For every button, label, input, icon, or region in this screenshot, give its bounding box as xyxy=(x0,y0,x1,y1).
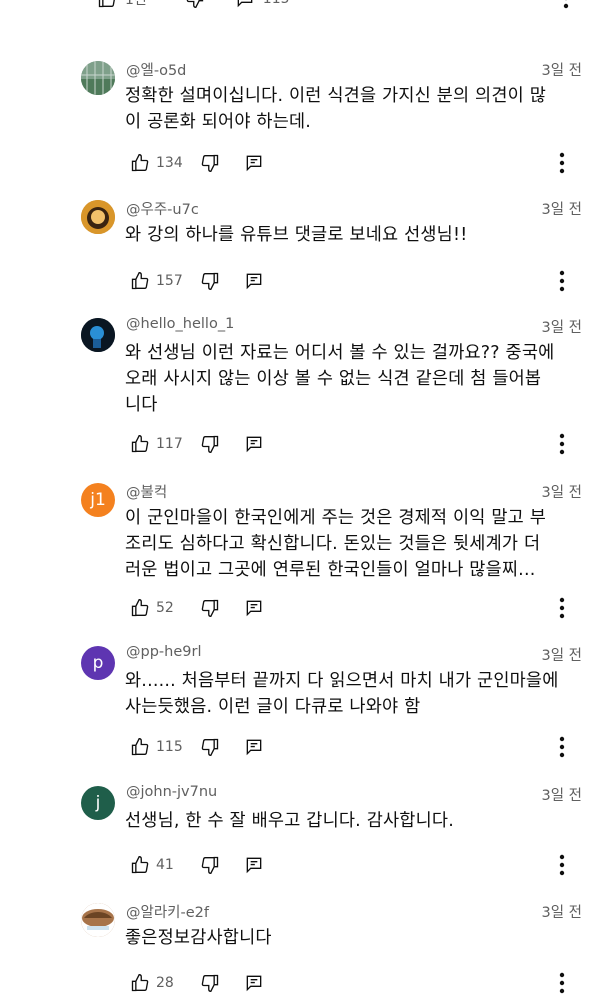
more-button[interactable] xyxy=(556,0,576,14)
more-vert-icon[interactable] xyxy=(552,432,572,456)
comment-author[interactable]: @우주-u7c xyxy=(126,198,199,219)
comment-author[interactable]: @알라키-e2f xyxy=(126,901,209,922)
reply-icon[interactable] xyxy=(242,432,266,456)
comment-text: 와...... 처음부터 끝까지 다 읽으면서 마치 내가 군인마을에사는듯했음… xyxy=(125,668,595,720)
comment-actions: 134 xyxy=(128,151,266,175)
reply-count: 115 xyxy=(263,0,290,7)
like-count: 28 xyxy=(156,975,174,991)
comment-text-line: 정확한 설며이십니다. 이런 식견을 가지신 분의 의견이 많 xyxy=(125,86,547,106)
avatar[interactable]: p xyxy=(81,646,115,680)
comment-actions: 157 xyxy=(128,269,266,293)
comment-text-line: 선생님, 한 수 잘 배우고 갑니다. 감사합니다. xyxy=(125,811,454,831)
comment-author[interactable]: @hello_hello_1 xyxy=(126,316,234,332)
avatar[interactable] xyxy=(81,200,115,234)
thumbs-up-icon[interactable] xyxy=(128,432,152,456)
comment-text-line: 러운 법이고 그곳에 연루된 한국인들이 얼마나 많을찌... xyxy=(125,560,536,580)
comment-text: 좋은정보감사합니다 xyxy=(125,925,595,951)
thumbs-up-icon[interactable] xyxy=(128,735,152,759)
thumbs-down-icon[interactable] xyxy=(198,269,222,293)
comment-text-line: 와 선생님 이런 자료는 어디서 볼 수 있는 걸까요?? 중국에 xyxy=(125,343,555,363)
comment-text-line: 사는듯했음. 이런 글이 다큐로 나와야 함 xyxy=(125,697,421,717)
comment-text-line: 오래 사시지 않는 이상 볼 수 없는 식견 같은데 첨 들어봅 xyxy=(125,369,542,389)
like-button[interactable]: 1천 xyxy=(95,0,147,11)
comment-author[interactable]: @john-jv7nu xyxy=(126,784,217,800)
like-count: 117 xyxy=(156,436,183,452)
avatar[interactable] xyxy=(81,318,115,352)
previous-comment-actions: 1천 115 xyxy=(95,0,290,10)
comment-time: 3일 전 xyxy=(541,202,582,218)
comment-time: 3일 전 xyxy=(541,905,582,921)
comment-text: 이 군인마을이 한국인에게 주는 것은 경제적 이익 말고 부조리도 심하다고 … xyxy=(125,505,595,583)
thumbs-up-icon[interactable] xyxy=(128,971,152,995)
comment-time: 3일 전 xyxy=(541,788,582,804)
more-vert-icon[interactable] xyxy=(552,151,572,175)
comment-text-line: 이 공론화 되어야 하는데. xyxy=(125,112,312,132)
avatar[interactable] xyxy=(81,903,115,937)
comment-text-line: 이 군인마을이 한국인에게 주는 것은 경제적 이익 말고 부 xyxy=(125,508,547,528)
comment-text: 정확한 설며이십니다. 이런 식견을 가지신 분의 의견이 많이 공론화 되어야… xyxy=(125,83,595,135)
thumbs-down-icon[interactable] xyxy=(198,853,222,877)
comment-text-line: 좋은정보감사합니다 xyxy=(125,928,272,948)
comment-actions: 52 xyxy=(128,596,266,620)
comment-actions: 115 xyxy=(128,735,266,759)
avatar[interactable]: j1 xyxy=(81,483,115,517)
more-vert-icon[interactable] xyxy=(552,971,572,995)
like-count: 115 xyxy=(156,739,183,755)
comment-text-line: 조리도 심하다고 확신합니다. 돈있는 것들은 뒷세계가 더 xyxy=(125,534,541,554)
avatar[interactable] xyxy=(81,61,115,95)
comment-text: 와 강의 하나를 유튜브 댓글로 보네요 선생님!! xyxy=(125,222,595,248)
comment-text-line: 와 강의 하나를 유튜브 댓글로 보네요 선생님!! xyxy=(125,225,468,245)
thumbs-down-icon[interactable] xyxy=(198,151,222,175)
reply-icon[interactable] xyxy=(242,269,266,293)
reply-icon xyxy=(233,0,257,11)
comment-actions: 41 xyxy=(128,853,266,877)
thumbs-up-icon[interactable] xyxy=(128,596,152,620)
like-count: 52 xyxy=(156,600,174,616)
thumbs-down-icon[interactable] xyxy=(198,596,222,620)
comment-text-line: 니다 xyxy=(125,395,158,415)
comment-time: 3일 전 xyxy=(541,485,582,501)
reply-icon[interactable] xyxy=(242,735,266,759)
thumbs-down-icon[interactable] xyxy=(198,735,222,759)
like-count: 41 xyxy=(156,857,174,873)
comment-text: 선생님, 한 수 잘 배우고 갑니다. 감사합니다. xyxy=(125,808,595,834)
comment-author[interactable]: @불컥 xyxy=(126,481,167,502)
reply-icon[interactable] xyxy=(242,853,266,877)
comment-text: 와 선생님 이런 자료는 어디서 볼 수 있는 걸까요?? 중국에오래 사시지 … xyxy=(125,340,595,418)
like-count: 157 xyxy=(156,273,183,289)
comment-author[interactable]: @엘-o5d xyxy=(126,59,186,80)
comment-time: 3일 전 xyxy=(541,63,582,79)
reply-icon[interactable] xyxy=(242,151,266,175)
comment-actions: 117 xyxy=(128,432,266,456)
thumbs-down-icon[interactable] xyxy=(198,971,222,995)
more-vert-icon xyxy=(563,0,569,9)
avatar[interactable]: j xyxy=(81,786,115,820)
thumbs-down-icon[interactable] xyxy=(198,432,222,456)
like-count: 134 xyxy=(156,155,183,171)
thumbs-up-icon[interactable] xyxy=(128,269,152,293)
reply-button[interactable]: 115 xyxy=(233,0,290,11)
comment-time: 3일 전 xyxy=(541,320,582,336)
thumbs-up-icon xyxy=(95,0,119,11)
comment-author[interactable]: @pp-he9rl xyxy=(126,644,201,660)
comment-actions: 28 xyxy=(128,971,266,995)
more-vert-icon[interactable] xyxy=(552,596,572,620)
more-vert-icon[interactable] xyxy=(552,853,572,877)
thumbs-up-icon[interactable] xyxy=(128,853,152,877)
thumbs-down-icon[interactable] xyxy=(183,0,207,11)
reply-icon[interactable] xyxy=(242,596,266,620)
more-vert-icon[interactable] xyxy=(552,735,572,759)
thumbs-up-icon[interactable] xyxy=(128,151,152,175)
comment-time: 3일 전 xyxy=(541,648,582,664)
comment-text-line: 와...... 처음부터 끝까지 다 읽으면서 마치 내가 군인마을에 xyxy=(125,671,559,691)
reply-icon[interactable] xyxy=(242,971,266,995)
more-vert-icon[interactable] xyxy=(552,269,572,293)
like-count: 1천 xyxy=(125,0,147,8)
